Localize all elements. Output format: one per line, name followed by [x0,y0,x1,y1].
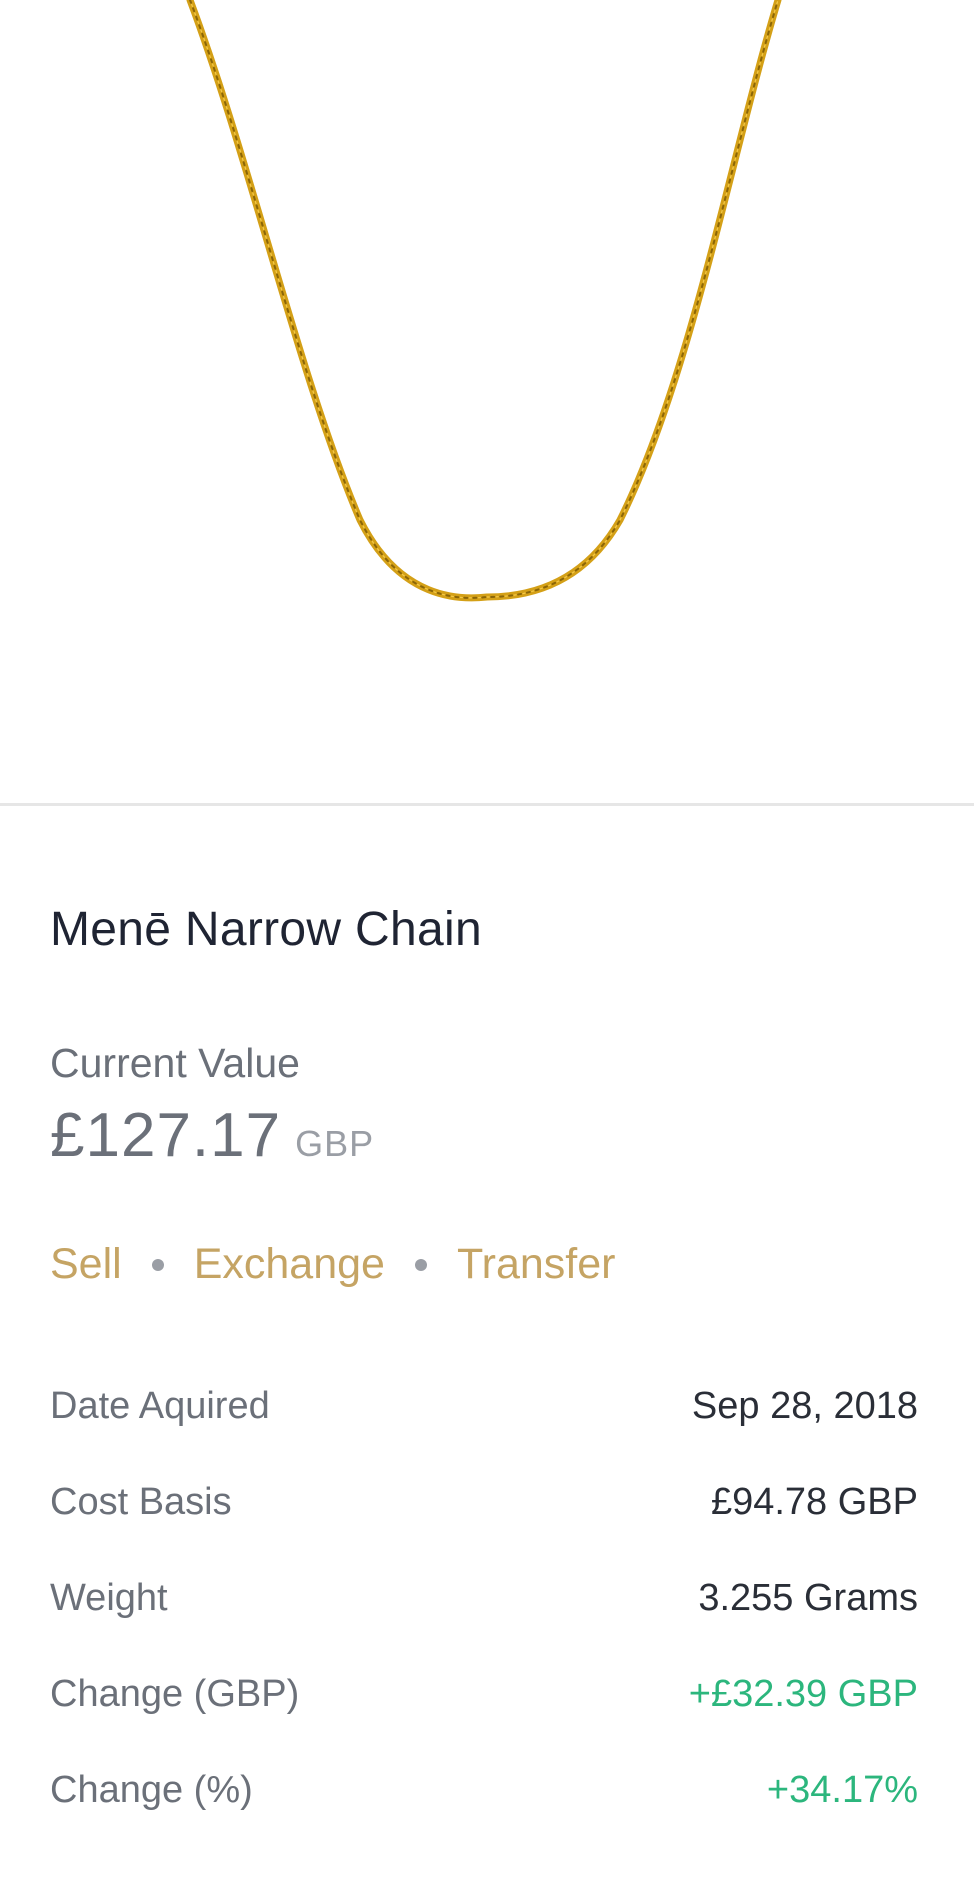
detail-label: Weight [50,1577,168,1619]
detail-row-weight: Weight 3.255 Grams [50,1577,918,1673]
detail-row-change-gbp: Change (GBP) +£32.39 GBP [50,1673,918,1769]
detail-row-date-acquired: Date Aquired Sep 28, 2018 [50,1385,918,1481]
detail-value: Sep 28, 2018 [691,1385,918,1427]
detail-value-positive: +£32.39 GBP [688,1673,918,1715]
sell-link[interactable]: Sell [50,1240,122,1289]
current-value-currency: GBP [295,1123,375,1164]
detail-row-cost-basis: Cost Basis £94.78 GBP [50,1481,918,1577]
product-title: Menē Narrow Chain [50,903,482,956]
detail-label: Change (%) [50,1769,253,1811]
detail-label: Date Aquired [50,1385,270,1427]
action-links: Sell Exchange Transfer [50,1240,615,1289]
chain-necklace-image [186,0,782,602]
current-value-amount: £127.17 [50,1101,282,1170]
separator-dot [414,1258,427,1271]
separator-dot [151,1258,164,1271]
detail-value: £94.78 GBP [710,1481,918,1523]
current-value-label: Current Value [50,1040,300,1086]
detail-value: 3.255 Grams [698,1577,918,1619]
transfer-link[interactable]: Transfer [457,1240,616,1289]
product-image [0,0,974,803]
detail-label: Cost Basis [50,1481,232,1523]
section-divider [0,803,974,806]
detail-label: Change (GBP) [50,1673,300,1715]
current-value: £127.17 GBP [50,1100,374,1171]
details-list: Date Aquired Sep 28, 2018 Cost Basis £94… [50,1385,918,1865]
exchange-link[interactable]: Exchange [194,1240,385,1289]
detail-row-change-percent: Change (%) +34.17% [50,1769,918,1865]
detail-value-positive: +34.17% [766,1769,918,1811]
